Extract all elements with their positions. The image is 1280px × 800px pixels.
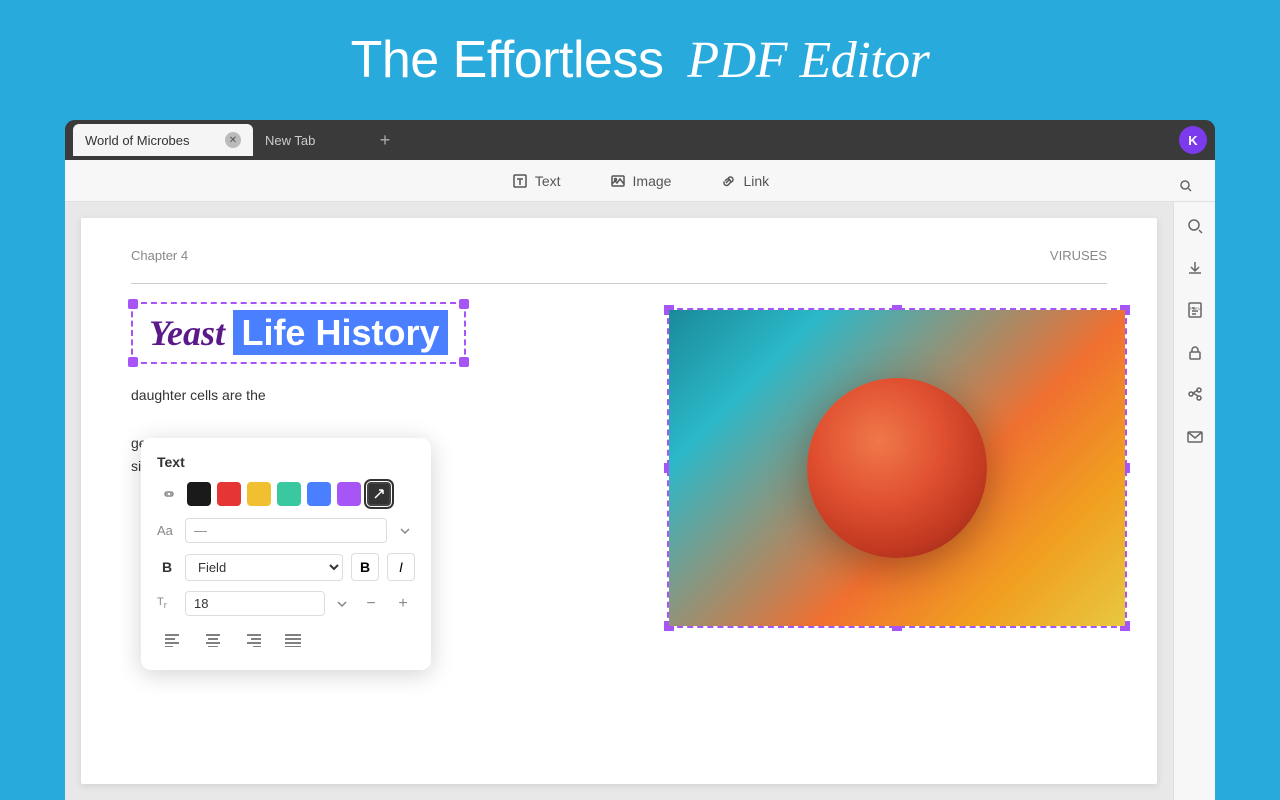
top-banner: The Effortless PDF Editor — [0, 0, 1280, 120]
italic-button[interactable]: I — [387, 553, 415, 581]
tab-world-of-microbes[interactable]: World of Microbes ✕ — [73, 124, 253, 156]
browser-toolbar: Text Image Link — [65, 160, 1215, 202]
font-size-row: Aa — — [157, 518, 415, 543]
font-size-decrease[interactable]: − — [359, 592, 383, 616]
font-size-value: 18 — [194, 596, 208, 611]
color-link-icon — [157, 482, 181, 506]
right-sidebar: PDF/A — [1173, 202, 1215, 800]
toolbar-text-label: Text — [535, 173, 561, 189]
color-red[interactable] — [217, 482, 241, 506]
font-size-label: Tr — [157, 596, 177, 610]
chapter-label: Chapter 4 — [131, 248, 188, 263]
life-history-text: Life History — [233, 310, 447, 355]
handle-bl[interactable] — [128, 357, 138, 367]
font-size-stepper-row: Tr 18 − + — [157, 591, 415, 616]
color-black[interactable] — [187, 482, 211, 506]
sphere — [807, 378, 987, 558]
pdf-export-icon[interactable]: PDF/A — [1181, 296, 1209, 324]
tab-label: World of Microbes — [85, 133, 190, 148]
toolbar-image-label: Image — [633, 173, 672, 189]
svg-text:PDF/A: PDF/A — [1190, 306, 1202, 311]
text-icon — [511, 172, 529, 190]
new-tab-label: New Tab — [265, 133, 315, 148]
search-icon[interactable] — [1181, 212, 1209, 240]
new-tab-button[interactable]: + — [373, 128, 397, 152]
color-row — [157, 482, 415, 506]
font-family-row: B Field Arial Georgia B I — [157, 553, 415, 581]
bold-icon: B — [157, 553, 177, 581]
color-purple[interactable] — [337, 482, 361, 506]
download-icon[interactable] — [1181, 254, 1209, 282]
align-center-button[interactable] — [197, 626, 229, 654]
lock-icon[interactable] — [1181, 338, 1209, 366]
yeast-text: Yeast — [149, 313, 225, 353]
color-teal[interactable] — [277, 482, 301, 506]
align-left-button[interactable] — [157, 626, 189, 654]
viruses-label: VIRUSES — [1050, 248, 1107, 263]
font-size-icon-label: Aa — [157, 523, 177, 538]
font-size-increase[interactable]: + — [391, 592, 415, 616]
banner-title: The Effortless PDF Editor — [351, 30, 930, 90]
text-panel: Text — [141, 438, 431, 670]
font-size-stepper[interactable]: 18 — [185, 591, 325, 616]
align-justify-button[interactable] — [277, 626, 309, 654]
browser-titlebar: World of Microbes ✕ New Tab + K — [65, 120, 1215, 160]
handle-br[interactable] — [459, 357, 469, 367]
color-yellow[interactable] — [247, 482, 271, 506]
image-selection-box[interactable] — [667, 308, 1127, 628]
text-panel-title: Text — [157, 454, 415, 470]
tab-new[interactable]: New Tab — [253, 124, 373, 156]
avatar: K — [1179, 126, 1207, 154]
image-icon — [609, 172, 627, 190]
gradient-image — [669, 310, 1125, 626]
banner-title-regular: The Effortless — [351, 31, 664, 89]
font-size-select-chevron[interactable] — [333, 595, 351, 613]
handle-tr[interactable] — [459, 299, 469, 309]
toolbar-link-label: Link — [743, 173, 769, 189]
tab-close-button[interactable]: ✕ — [225, 132, 241, 148]
color-blue[interactable] — [307, 482, 331, 506]
pdf-header: Chapter 4 VIRUSES — [131, 248, 1107, 263]
font-size-dash: — — [194, 523, 207, 538]
alignment-row — [157, 626, 415, 654]
text-selection-box[interactable]: Yeast Life History — [131, 302, 466, 364]
color-custom[interactable] — [367, 482, 391, 506]
bold-button[interactable]: B — [351, 553, 379, 581]
toolbar-text[interactable]: Text — [503, 168, 569, 194]
browser-window: World of Microbes ✕ New Tab + K Text — [65, 120, 1215, 800]
align-right-button[interactable] — [237, 626, 269, 654]
banner-title-cursive: PDF Editor — [687, 31, 929, 89]
pdf-document: Chapter 4 VIRUSES Yeast Life History dau… — [81, 218, 1157, 784]
chevron-down-icon[interactable] — [395, 519, 415, 543]
toolbar-link[interactable]: Link — [711, 168, 777, 194]
font-size-input[interactable]: — — [185, 518, 387, 543]
share-icon[interactable] — [1181, 380, 1209, 408]
mail-icon[interactable] — [1181, 422, 1209, 450]
browser-content: Chapter 4 VIRUSES Yeast Life History dau… — [65, 202, 1215, 800]
toolbar-image[interactable]: Image — [601, 168, 680, 194]
font-family-select[interactable]: Field Arial Georgia — [185, 554, 343, 581]
search-button[interactable] — [1171, 171, 1201, 201]
handle-tl[interactable] — [128, 299, 138, 309]
link-icon — [719, 172, 737, 190]
